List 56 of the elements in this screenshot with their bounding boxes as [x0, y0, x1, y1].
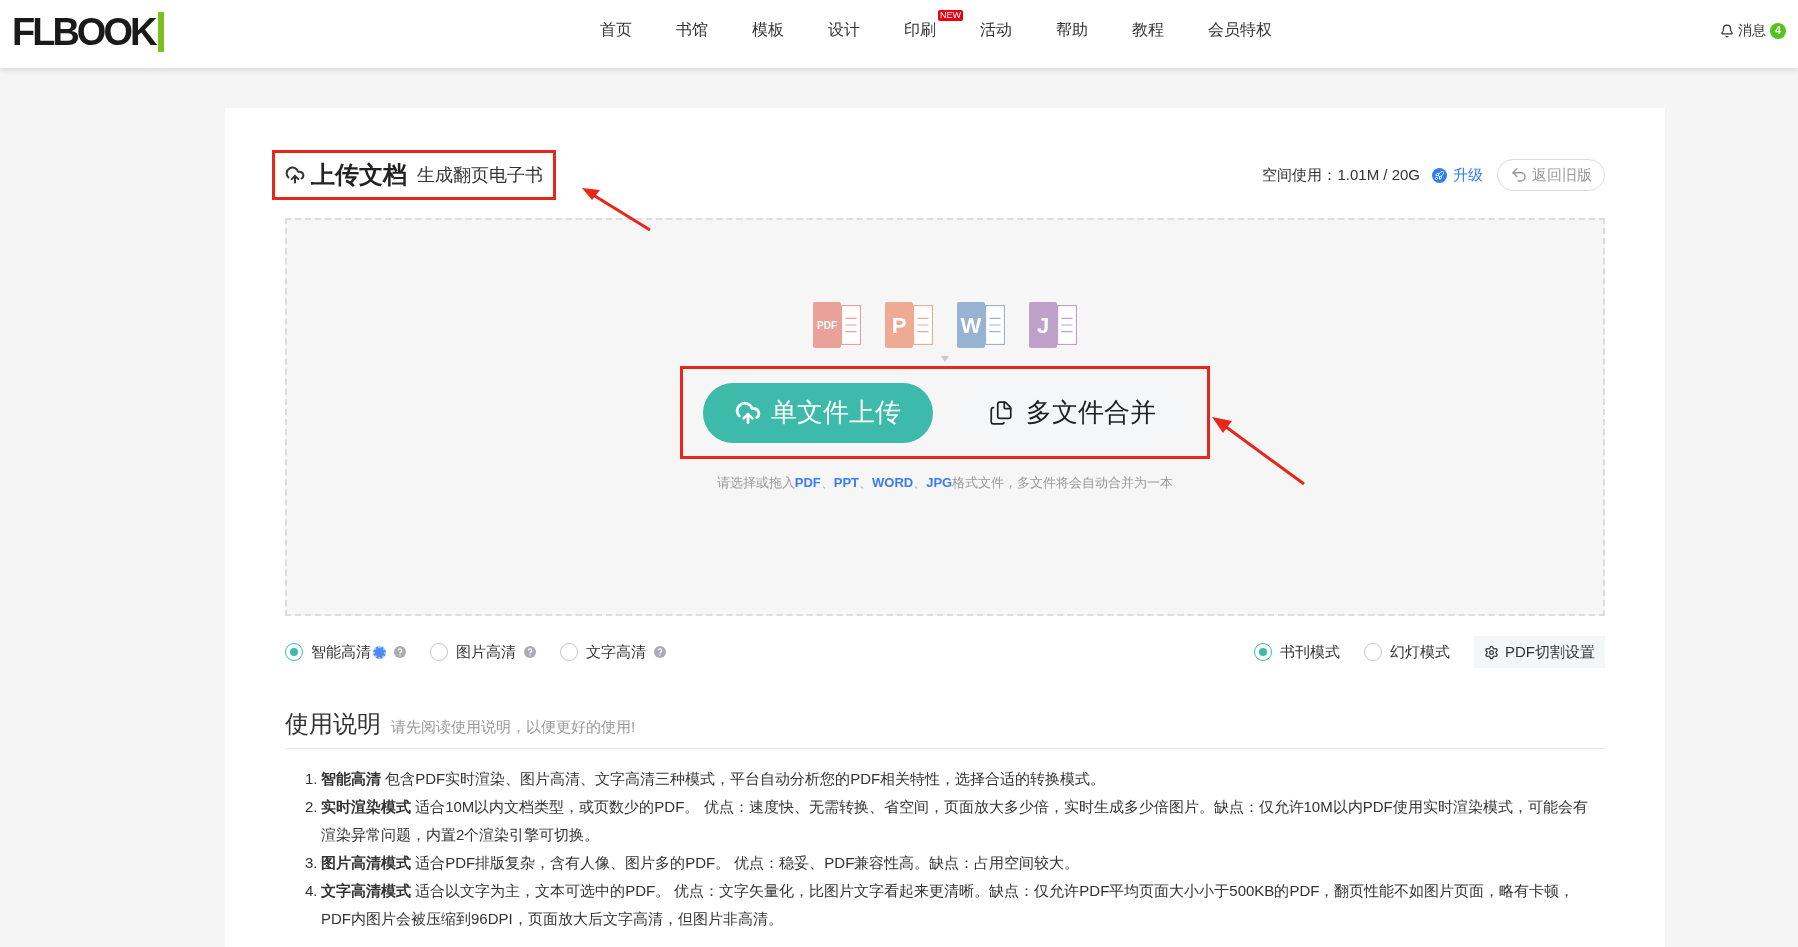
nav-link[interactable]: 首页 [600, 18, 632, 42]
radio-label[interactable]: 书刊模式 [1280, 640, 1340, 664]
nav-link[interactable]: 书馆 [676, 18, 708, 42]
page-title: 上传文档 [311, 160, 407, 190]
file-type-badge: J [1029, 302, 1057, 348]
document-page-icon [985, 305, 1005, 345]
nav-link[interactable]: 教程 [1132, 18, 1164, 42]
settings-icon [1484, 644, 1499, 660]
help-icon[interactable] [524, 646, 536, 658]
nav-link[interactable]: 活动 [980, 18, 1012, 42]
radio-button[interactable] [1254, 643, 1272, 661]
section-title: 使用说明 [285, 710, 381, 738]
list-number: 4. [305, 881, 319, 901]
help-icon[interactable] [654, 646, 666, 658]
radio-label[interactable]: 文字高清 [586, 640, 646, 664]
pdf-split-settings-button[interactable]: PDF切割设置 [1474, 636, 1605, 668]
list-number: 1. [305, 769, 319, 789]
message-count-badge: 4 [1770, 22, 1786, 39]
instruction-text: 文字高清模式 适合以文字为主，文本可选中的PDF。 优点：文字矢量化，比图片文字看起来更清晰。缺点：仅允许PDF平均页面大小小于500KB的PDF，翻页性能不如图片页面，略有卡顿，PDF内图片会被压缩到96DPI，页面放大后文字高清，但图片非高清。 [321, 881, 1576, 929]
radio-button[interactable] [430, 643, 448, 661]
radio-label[interactable]: 图片高清 [456, 640, 516, 664]
new-badge: NEW [938, 10, 963, 21]
page-subtitle: 生成翻页电子书 [417, 163, 543, 187]
storage-usage: 空间使用：1.01M / 20G [1262, 164, 1420, 185]
section-subtitle: 请先阅读使用说明，以便更好的使用! [391, 716, 636, 737]
instruction-text: 图片高清模式 适合PDF排版复杂，含有人像、图片多的PDF。 优点：稳妥、PDF兼容性高。缺点：占用空间较大。 [321, 853, 1080, 873]
upload-icon [285, 165, 305, 185]
radio-button[interactable] [560, 643, 578, 661]
list-number: 2. [305, 797, 319, 817]
upload-icon [735, 399, 761, 426]
instruction-text: 智能高清 包含PDF实时渲染、图片高清、文字高清三种模式，平台自动分析您的PDF相关特性，选择合适的转换模式。 [321, 769, 1106, 789]
files-icon [988, 399, 1014, 426]
nav-link[interactable]: 帮助 [1056, 18, 1088, 42]
bell-icon[interactable] [1720, 23, 1734, 38]
nav-link[interactable]: 模板 [752, 18, 784, 42]
radio-label[interactable]: 幻灯模式 [1390, 640, 1450, 664]
radio-button[interactable] [285, 643, 303, 661]
document-page-icon [841, 305, 861, 345]
instruction-text: 实时渲染模式 适合10M以内文档类型，或页数少的PDF。 优点：速度快、无需转换、省空间，页面放大多少倍，实时生成多少倍图片。缺点：仅允许10M以内PDF使用实时渲染模式，可能会有渲染异常问题，内置2个渲染引擎可切换。 [321, 797, 1589, 845]
list-number: 3. [305, 853, 319, 873]
nav-link[interactable]: 设计 [828, 18, 860, 42]
file-type-badge: P [885, 302, 913, 348]
document-page-icon [1057, 305, 1077, 345]
nav-link[interactable]: 会员特权 [1208, 18, 1272, 42]
file-type-badge: W [957, 302, 985, 348]
radio-label[interactable]: 智能高清 [311, 640, 371, 664]
document-page-icon [913, 305, 933, 345]
upgrade-link[interactable]: 升级 [1453, 163, 1483, 187]
help-icon[interactable] [394, 646, 406, 658]
reply-arrow-icon [1510, 166, 1528, 184]
rocket-icon [1432, 167, 1447, 183]
radio-button[interactable] [1364, 643, 1382, 661]
messages-link[interactable]: 消息 [1738, 20, 1766, 41]
caret-icon [941, 356, 949, 362]
logo[interactable]: FLBOOK [12, 12, 165, 52]
file-type-badge: PDF [813, 302, 841, 348]
